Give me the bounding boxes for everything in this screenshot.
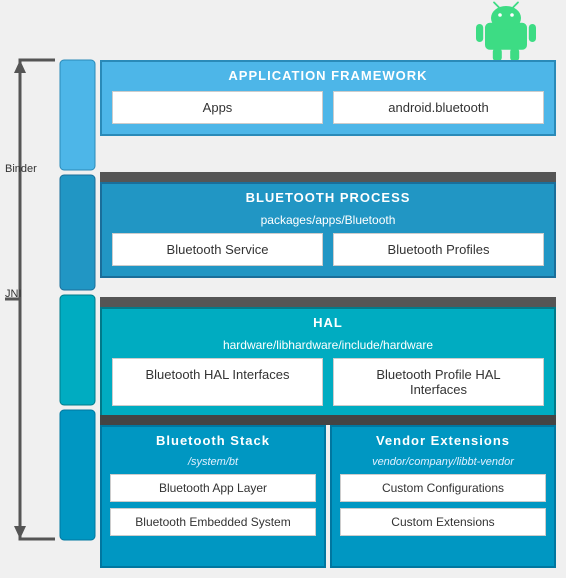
android-logo bbox=[476, 0, 536, 60]
bt-stack-cards: Bluetooth App Layer Bluetooth Embedded S… bbox=[110, 474, 316, 536]
bt-stack-title: Bluetooth Stack bbox=[110, 433, 316, 448]
custom-configs-card: Custom Configurations bbox=[340, 474, 546, 502]
divider-bar-1 bbox=[100, 172, 556, 182]
hal-title: HAL bbox=[112, 315, 544, 330]
jni-label: JNI bbox=[5, 288, 22, 300]
bt-embedded-card: Bluetooth Embedded System bbox=[110, 508, 316, 536]
android-bluetooth-card: android.bluetooth bbox=[333, 91, 544, 124]
bt-process-subtitle: packages/apps/Bluetooth bbox=[112, 213, 544, 227]
bt-profiles-card: Bluetooth Profiles bbox=[333, 233, 544, 266]
left-bracket-decoration bbox=[0, 55, 100, 545]
bt-profile-hal-card: Bluetooth Profile HAL Interfaces bbox=[333, 358, 544, 406]
diagram-wrapper: APPLICATION FRAMEWORK Apps android.bluet… bbox=[0, 0, 566, 578]
hal-subtitle: hardware/libhardware/include/hardware bbox=[112, 338, 544, 352]
vendor-path: vendor/company/libbt-vendor bbox=[340, 456, 546, 468]
hal-cards: Bluetooth HAL Interfaces Bluetooth Profi… bbox=[112, 358, 544, 406]
bt-stack-path: /system/bt bbox=[110, 456, 316, 468]
custom-extensions-card: Custom Extensions bbox=[340, 508, 546, 536]
bt-process-section: BLUETOOTH PROCESS packages/apps/Bluetoot… bbox=[100, 182, 556, 278]
divider-bar-2 bbox=[100, 297, 556, 307]
bt-process-cards: Bluetooth Service Bluetooth Profiles bbox=[112, 233, 544, 266]
vendor-section: Vendor Extensions vendor/company/libbt-v… bbox=[330, 425, 556, 568]
app-framework-cards: Apps android.bluetooth bbox=[112, 91, 544, 124]
app-framework-title: APPLICATION FRAMEWORK bbox=[112, 68, 544, 83]
vendor-title: Vendor Extensions bbox=[340, 433, 546, 448]
bottom-sections: Bluetooth Stack /system/bt Bluetooth App… bbox=[100, 425, 556, 568]
bt-process-title: BLUETOOTH PROCESS bbox=[112, 190, 544, 205]
vendor-cards: Custom Configurations Custom Extensions bbox=[340, 474, 546, 536]
apps-card: Apps bbox=[112, 91, 323, 124]
bt-app-layer-card: Bluetooth App Layer bbox=[110, 474, 316, 502]
bt-stack-section: Bluetooth Stack /system/bt Bluetooth App… bbox=[100, 425, 326, 568]
app-framework-section: APPLICATION FRAMEWORK Apps android.bluet… bbox=[100, 60, 556, 136]
binder-label: Binder bbox=[5, 163, 37, 175]
hal-section: HAL hardware/libhardware/include/hardwar… bbox=[100, 307, 556, 418]
bt-service-card: Bluetooth Service bbox=[112, 233, 323, 266]
bt-hal-interfaces-card: Bluetooth HAL Interfaces bbox=[112, 358, 323, 406]
divider-bar-3 bbox=[100, 415, 556, 425]
